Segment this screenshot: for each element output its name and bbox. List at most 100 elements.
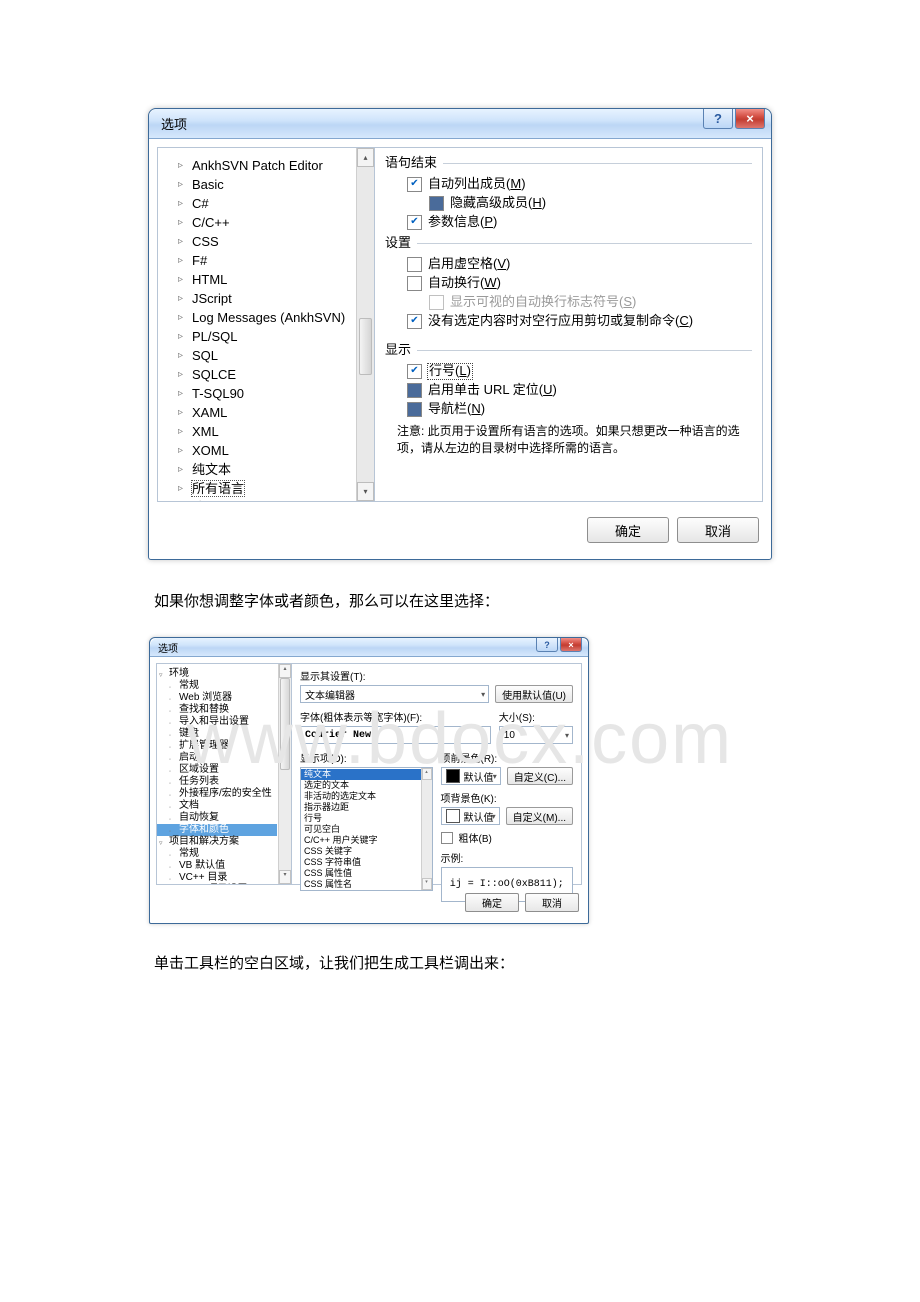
tree-item[interactable]: C#	[158, 194, 374, 213]
opt-auto-list[interactable]: 自动列出成员(M)	[407, 177, 752, 192]
tree-item[interactable]: SQL	[158, 346, 374, 365]
titlebar[interactable]: 选项 ? ×	[150, 638, 588, 657]
list-item[interactable]: CSS 属性名	[301, 879, 432, 890]
checkbox-icon[interactable]	[407, 402, 422, 417]
close-button[interactable]: ×	[735, 109, 765, 129]
opt-hide-advanced[interactable]: 隐藏高级成员(H)	[429, 196, 752, 211]
tree-item[interactable]: PL/SQL	[158, 327, 374, 346]
titlebar[interactable]: 选项 ? ×	[149, 109, 771, 139]
category-tree[interactable]: AnkhSVN Patch Editor Basic C# C/C++ CSS …	[158, 148, 375, 501]
list-item[interactable]: 可见空白	[301, 824, 432, 835]
scroll-up-icon[interactable]: ▴	[357, 148, 374, 167]
opt-nav-bar[interactable]: 导航栏(N)	[407, 402, 752, 417]
display-items-list[interactable]: 纯文本 选定的文本 非活动的选定文本 指示器边距 行号 可见空白 C/C++ 用…	[300, 767, 433, 891]
list-item[interactable]: C/C++ 用户关键字	[301, 835, 432, 846]
cancel-button[interactable]: 取消	[677, 517, 759, 543]
tree-item[interactable]: 查找和替换	[157, 704, 291, 716]
list-item[interactable]: 非活动的选定文本	[301, 791, 432, 802]
tree-item[interactable]: 导入和导出设置	[157, 716, 291, 728]
list-item[interactable]: 行号	[301, 813, 432, 824]
tree-item[interactable]: HTML	[158, 270, 374, 289]
tree-category[interactable]: 项目和解决方案	[157, 836, 291, 848]
scroll-thumb[interactable]	[280, 678, 290, 770]
cancel-button[interactable]: 取消	[525, 893, 579, 912]
opt-param-info[interactable]: 参数信息(P)	[407, 215, 752, 230]
fg-select[interactable]: 默认值	[441, 767, 501, 785]
tree-item[interactable]: 调试	[158, 498, 374, 501]
tree-scrollbar[interactable]: ▴ ▾	[278, 664, 291, 884]
tree-scrollbar[interactable]: ▴ ▾	[356, 148, 374, 501]
ok-button[interactable]: 确定	[587, 517, 669, 543]
tree-item[interactable]: T-SQL90	[158, 384, 374, 403]
tree-item[interactable]: 键盘	[157, 728, 291, 740]
list-item[interactable]: 选定的文本	[301, 780, 432, 791]
tree-item[interactable]: AnkhSVN Patch Editor	[158, 156, 374, 175]
list-item[interactable]: CSS 字符串值	[301, 857, 432, 868]
checkbox-icon[interactable]	[407, 364, 422, 379]
opt-auto-wrap[interactable]: 自动换行(W)	[407, 276, 752, 291]
size-select[interactable]: 10	[499, 726, 573, 744]
close-button[interactable]: ×	[560, 638, 582, 652]
tree-item[interactable]: C/C++	[158, 213, 374, 232]
tree-item[interactable]: XAML	[158, 403, 374, 422]
list-scrollbar[interactable]: ▴▾	[421, 768, 432, 890]
opt-virtual-space[interactable]: 启用虚空格(V)	[407, 257, 752, 272]
tree-item[interactable]: Web 浏览器	[157, 692, 291, 704]
checkbox-icon[interactable]	[407, 257, 422, 272]
tree-item[interactable]: XOML	[158, 441, 374, 460]
list-item[interactable]: CSS 属性值	[301, 868, 432, 879]
scroll-down-icon[interactable]: ▾	[357, 482, 374, 501]
opt-line-no[interactable]: 行号(L)	[407, 364, 752, 379]
bold-checkbox[interactable]: 粗体(B)	[441, 830, 574, 845]
tree-item[interactable]: Basic	[158, 175, 374, 194]
tree-item[interactable]: 常规	[157, 848, 291, 860]
tree-item[interactable]: F#	[158, 251, 374, 270]
list-item[interactable]: 指示器边距	[301, 802, 432, 813]
tree-item[interactable]: 文档	[157, 800, 291, 812]
tree-item[interactable]: 任务列表	[157, 776, 291, 788]
font-select[interactable]: Courier New	[300, 726, 491, 744]
scroll-up-icon[interactable]: ▴	[279, 664, 291, 678]
custom-fg-button[interactable]: 自定义(C)...	[507, 767, 573, 785]
list-item[interactable]: CSS 注释	[301, 890, 432, 891]
opt-url-click[interactable]: 启用单击 URL 定位(U)	[407, 383, 752, 398]
list-item[interactable]: CSS 关键字	[301, 846, 432, 857]
tree-item[interactable]: VC++ 目录	[157, 872, 291, 884]
bg-select[interactable]: 默认值	[441, 807, 500, 825]
tree-item[interactable]: 自动恢复	[157, 812, 291, 824]
tree-item[interactable]: VB 默认值	[157, 860, 291, 872]
scroll-thumb[interactable]	[359, 318, 372, 375]
checkbox-icon[interactable]	[407, 276, 422, 291]
opt-cut-empty[interactable]: 没有选定内容时对空行应用剪切或复制命令(C)	[407, 314, 752, 329]
show-settings-select[interactable]: 文本编辑器	[300, 685, 489, 703]
tree-item[interactable]: 区域设置	[157, 764, 291, 776]
tree-item[interactable]: XML	[158, 422, 374, 441]
custom-bg-button[interactable]: 自定义(M)...	[506, 807, 573, 825]
tree-category[interactable]: 环境	[157, 668, 291, 680]
category-tree[interactable]: 环境 常规 Web 浏览器 查找和替换 导入和导出设置 键盘 扩展管理器 启动 …	[157, 664, 292, 884]
tree-item[interactable]: JScript	[158, 289, 374, 308]
help-button[interactable]: ?	[536, 638, 558, 652]
ok-button[interactable]: 确定	[465, 893, 519, 912]
tree-item[interactable]: 扩展管理器	[157, 740, 291, 752]
scroll-down-icon[interactable]: ▾	[279, 870, 291, 884]
checkbox-icon[interactable]	[407, 215, 422, 230]
checkbox-icon[interactable]	[441, 832, 453, 844]
checkbox-icon[interactable]	[429, 196, 444, 211]
list-item[interactable]: 纯文本	[301, 769, 432, 780]
checkbox-icon[interactable]	[407, 177, 422, 192]
help-button[interactable]: ?	[703, 109, 733, 129]
tree-item[interactable]: Log Messages (AnkhSVN)	[158, 308, 374, 327]
use-default-button[interactable]: 使用默认值(U)	[495, 685, 573, 703]
tree-item[interactable]: 外接程序/宏的安全性	[157, 788, 291, 800]
tree-item-selected[interactable]: 字体和颜色	[157, 824, 277, 836]
tree-item-selected[interactable]: 所有语言	[158, 479, 374, 498]
tree-item[interactable]: CSS	[158, 232, 374, 251]
tree-item[interactable]: SQLCE	[158, 365, 374, 384]
checkbox-icon[interactable]	[407, 314, 422, 329]
tree-item[interactable]: 常规	[157, 680, 291, 692]
checkbox-icon[interactable]	[407, 383, 422, 398]
tree-item[interactable]: 纯文本	[158, 460, 374, 479]
tree-item[interactable]: 启动	[157, 752, 291, 764]
display-items-label: 显示项(D):	[300, 750, 433, 765]
